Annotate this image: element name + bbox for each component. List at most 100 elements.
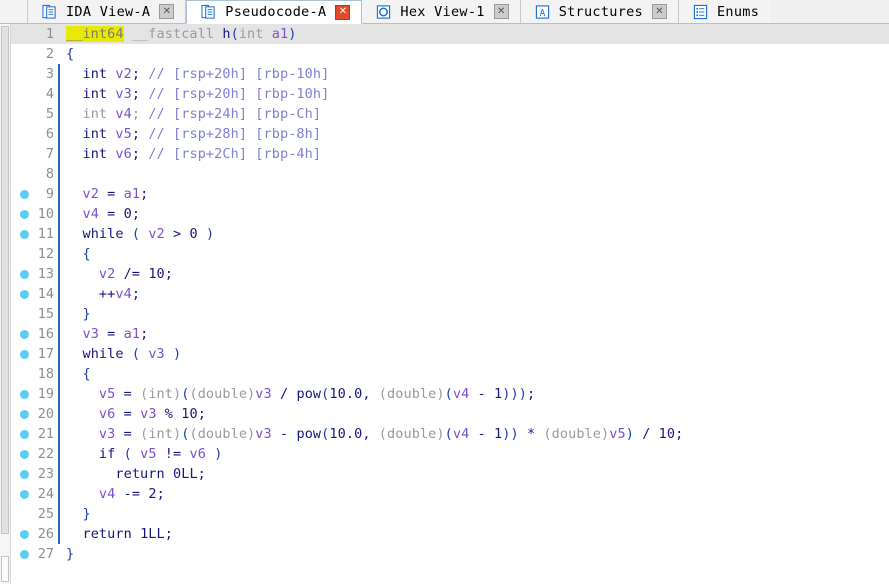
code-text[interactable]: while ( v2 > 0 ) — [60, 224, 889, 244]
line-gutter[interactable]: 6 — [11, 124, 58, 144]
line-gutter[interactable]: 16 — [11, 324, 58, 344]
line-gutter[interactable]: 24 — [11, 484, 58, 504]
code-text[interactable]: } — [60, 504, 889, 524]
tab-ida-view-a[interactable]: IDA View-A ✕ — [28, 0, 187, 23]
line-gutter[interactable]: 3 — [11, 64, 58, 84]
line-gutter[interactable]: 23 — [11, 464, 58, 484]
tab-close-icon[interactable]: ✕ — [493, 4, 509, 19]
tab-hex-view-1[interactable]: Hex View-1 ✕ — [362, 0, 521, 23]
code-text[interactable]: if ( v5 != v6 ) — [60, 444, 889, 464]
scrollbar-thumb[interactable] — [1, 26, 9, 534]
code-text[interactable]: ++v4; — [60, 284, 889, 304]
breakpoint-marker-icon[interactable] — [20, 290, 29, 299]
code-text[interactable]: v2 = a1; — [60, 184, 889, 204]
line-gutter[interactable]: 5 — [11, 104, 58, 124]
tab-pseudocode-a[interactable]: Pseudocode-A ✕ — [186, 0, 363, 24]
code-line[interactable]: 10 v4 = 0; — [11, 204, 889, 224]
scrollbar-bottom-button[interactable] — [1, 556, 9, 582]
code-text[interactable]: while ( v3 ) — [60, 344, 889, 364]
breakpoint-marker-icon[interactable] — [20, 190, 29, 199]
code-text[interactable]: return 1LL; — [60, 524, 889, 544]
code-line[interactable]: 12 { — [11, 244, 889, 264]
code-line[interactable]: 5 int v4; // [rsp+24h] [rbp-Ch] — [11, 104, 889, 124]
line-gutter[interactable]: 19 — [11, 384, 58, 404]
code-text[interactable]: v2 /= 10; — [60, 264, 889, 284]
tab-close-icon[interactable]: ✕ — [159, 4, 175, 19]
line-gutter[interactable]: 20 — [11, 404, 58, 424]
code-line[interactable]: 21 v3 = (int)((double)v3 - pow(10.0, (do… — [11, 424, 889, 444]
tab-structures[interactable]: A Structures ✕ — [520, 0, 679, 23]
code-text[interactable]: int v5; // [rsp+28h] [rbp-8h] — [60, 124, 889, 144]
line-gutter[interactable]: 7 — [11, 144, 58, 164]
breakpoint-marker-icon[interactable] — [20, 410, 29, 419]
code-line[interactable]: 14 ++v4; — [11, 284, 889, 304]
code-line[interactable]: 23 return 0LL; — [11, 464, 889, 484]
line-gutter[interactable]: 25 — [11, 504, 58, 524]
line-gutter[interactable]: 10 — [11, 204, 58, 224]
code-line[interactable]: 19 v5 = (int)((double)v3 / pow(10.0, (do… — [11, 384, 889, 404]
line-gutter[interactable]: 26 — [11, 524, 58, 544]
code-text[interactable]: int v2; // [rsp+20h] [rbp-10h] — [60, 64, 889, 84]
code-line[interactable]: 9 v2 = a1; — [11, 184, 889, 204]
line-gutter[interactable]: 18 — [11, 364, 58, 384]
code-line[interactable]: 24 v4 -= 2; — [11, 484, 889, 504]
code-text[interactable]: return 0LL; — [60, 464, 889, 484]
line-gutter[interactable]: 9 — [11, 184, 58, 204]
line-gutter[interactable]: 17 — [11, 344, 58, 364]
code-line[interactable]: 11 while ( v2 > 0 ) — [11, 224, 889, 244]
code-line[interactable]: 27} — [11, 544, 889, 564]
code-text[interactable]: __int64 __fastcall h(int a1) — [60, 24, 889, 44]
breakpoint-marker-icon[interactable] — [20, 230, 29, 239]
code-text[interactable]: int v3; // [rsp+20h] [rbp-10h] — [60, 84, 889, 104]
breakpoint-marker-icon[interactable] — [20, 330, 29, 339]
code-text[interactable]: int v6; // [rsp+2Ch] [rbp-4h] — [60, 144, 889, 164]
code-line[interactable]: 17 while ( v3 ) — [11, 344, 889, 364]
code-line[interactable]: 13 v2 /= 10; — [11, 264, 889, 284]
code-text[interactable]: v6 = v3 % 10; — [60, 404, 889, 424]
breakpoint-marker-icon[interactable] — [20, 450, 29, 459]
code-line[interactable]: 8 — [11, 164, 889, 184]
breakpoint-marker-icon[interactable] — [20, 390, 29, 399]
breakpoint-marker-icon[interactable] — [20, 210, 29, 219]
code-text[interactable]: v4 -= 2; — [60, 484, 889, 504]
line-gutter[interactable]: 8 — [11, 164, 58, 184]
code-text[interactable]: v4 = 0; — [60, 204, 889, 224]
tab-close-icon[interactable]: ✕ — [651, 4, 667, 19]
breakpoint-marker-icon[interactable] — [20, 430, 29, 439]
code-text[interactable]: { — [60, 244, 889, 264]
breakpoint-marker-icon[interactable] — [20, 550, 29, 559]
line-gutter[interactable]: 27 — [11, 544, 58, 564]
code-text[interactable]: v5 = (int)((double)v3 / pow(10.0, (doubl… — [60, 384, 889, 404]
code-text[interactable]: int v4; // [rsp+24h] [rbp-Ch] — [60, 104, 889, 124]
line-gutter[interactable]: 22 — [11, 444, 58, 464]
code-line[interactable]: 18 { — [11, 364, 889, 384]
code-line[interactable]: 4 int v3; // [rsp+20h] [rbp-10h] — [11, 84, 889, 104]
tab-close-icon[interactable]: ✕ — [335, 4, 351, 20]
line-gutter[interactable]: 14 — [11, 284, 58, 304]
line-gutter[interactable]: 4 — [11, 84, 58, 104]
line-gutter[interactable]: 11 — [11, 224, 58, 244]
tab-enums[interactable]: Enums — [678, 0, 771, 23]
line-gutter[interactable]: 13 — [11, 264, 58, 284]
code-line[interactable]: 25 } — [11, 504, 889, 524]
code-text[interactable]: v3 = (int)((double)v3 - pow(10.0, (doubl… — [60, 424, 889, 444]
line-gutter[interactable]: 12 — [11, 244, 58, 264]
code-text[interactable]: v3 = a1; — [60, 324, 889, 344]
breakpoint-marker-icon[interactable] — [20, 530, 29, 539]
breakpoint-marker-icon[interactable] — [20, 490, 29, 499]
code-line[interactable]: 20 v6 = v3 % 10; — [11, 404, 889, 424]
code-text[interactable]: } — [60, 544, 889, 564]
breakpoint-marker-icon[interactable] — [20, 270, 29, 279]
breakpoint-marker-icon[interactable] — [20, 470, 29, 479]
breakpoint-marker-icon[interactable] — [20, 350, 29, 359]
code-text[interactable]: } — [60, 304, 889, 324]
code-line[interactable]: 7 int v6; // [rsp+2Ch] [rbp-4h] — [11, 144, 889, 164]
line-gutter[interactable]: 2 — [11, 44, 58, 64]
code-text[interactable]: { — [60, 364, 889, 384]
code-line[interactable]: 22 if ( v5 != v6 ) — [11, 444, 889, 464]
code-line[interactable]: 15 } — [11, 304, 889, 324]
code-line[interactable]: 16 v3 = a1; — [11, 324, 889, 344]
code-text[interactable]: { — [60, 44, 889, 64]
line-gutter[interactable]: 15 — [11, 304, 58, 324]
code-line[interactable]: 2{ — [11, 44, 889, 64]
